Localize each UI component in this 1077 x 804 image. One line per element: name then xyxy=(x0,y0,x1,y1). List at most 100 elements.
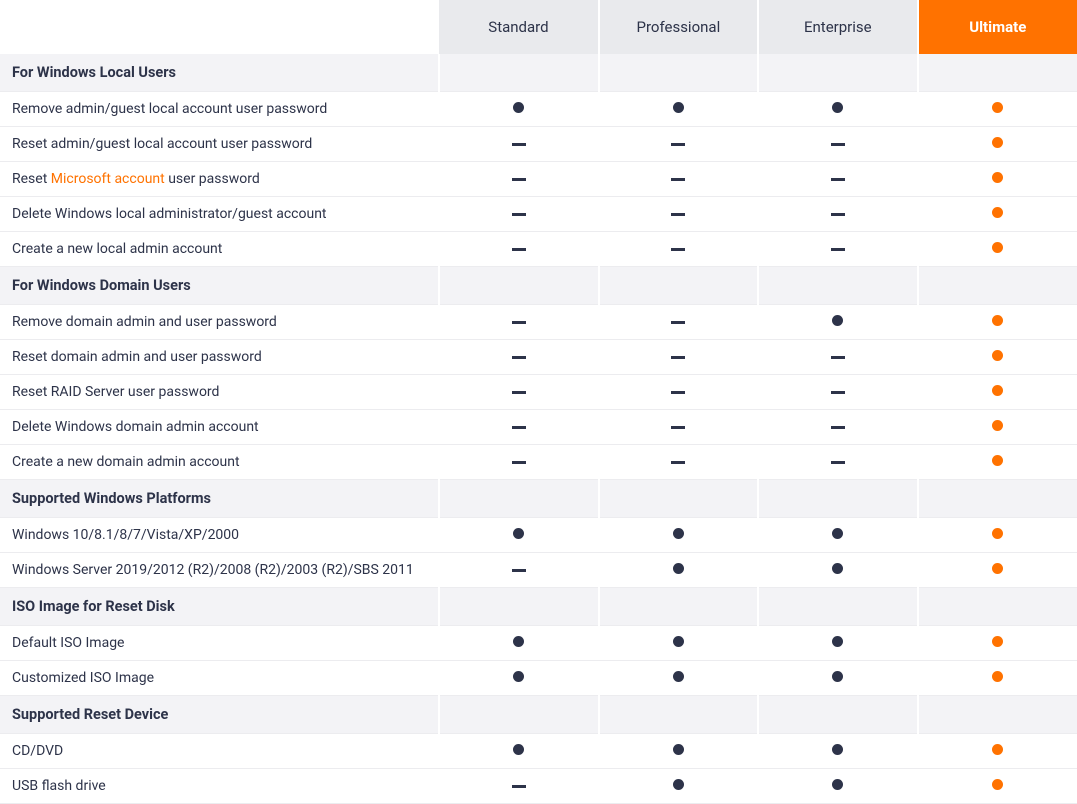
dash-icon xyxy=(512,321,526,324)
dot-icon xyxy=(673,528,684,539)
feature-yes xyxy=(439,626,598,661)
feature-yes xyxy=(599,518,758,553)
dash-icon xyxy=(831,426,845,429)
feature-yes xyxy=(599,92,758,127)
feature-yes xyxy=(758,553,917,588)
dot-icon xyxy=(992,242,1003,253)
feature-yes xyxy=(439,518,598,553)
section-row: For Windows Local Users xyxy=(0,54,1077,92)
feature-yes xyxy=(758,661,917,696)
dash-icon xyxy=(512,569,526,572)
dash-icon xyxy=(512,178,526,181)
feature-label: Windows 10/8.1/8/7/Vista/XP/2000 xyxy=(0,518,439,553)
section-spacer xyxy=(599,588,758,626)
section-spacer xyxy=(918,267,1077,305)
feature-yes xyxy=(599,661,758,696)
section-title: Supported Windows Platforms xyxy=(0,480,439,518)
feature-yes xyxy=(918,445,1077,480)
feature-yes xyxy=(918,197,1077,232)
dot-icon xyxy=(992,744,1003,755)
dash-icon xyxy=(831,143,845,146)
feature-yes xyxy=(439,734,598,769)
dash-icon xyxy=(831,248,845,251)
section-spacer xyxy=(439,480,598,518)
section-spacer xyxy=(439,267,598,305)
section-spacer xyxy=(918,54,1077,92)
feature-no xyxy=(758,162,917,197)
feature-no xyxy=(439,769,598,804)
section-spacer xyxy=(439,54,598,92)
dash-icon xyxy=(671,321,685,324)
dot-icon xyxy=(513,671,524,682)
section-spacer xyxy=(439,588,598,626)
dash-icon xyxy=(671,143,685,146)
feature-no xyxy=(758,232,917,267)
dash-icon xyxy=(671,426,685,429)
dash-icon xyxy=(512,461,526,464)
dash-icon xyxy=(671,461,685,464)
feature-yes xyxy=(918,518,1077,553)
feature-yes xyxy=(918,127,1077,162)
dot-icon xyxy=(673,671,684,682)
dash-icon xyxy=(512,391,526,394)
feature-row: USB flash drive xyxy=(0,769,1077,804)
feature-yes xyxy=(918,305,1077,340)
dash-icon xyxy=(671,248,685,251)
feature-yes xyxy=(918,661,1077,696)
dot-icon xyxy=(832,671,843,682)
section-spacer xyxy=(439,696,598,734)
plan-header: Enterprise xyxy=(758,0,917,54)
feature-no xyxy=(758,127,917,162)
feature-yes xyxy=(918,162,1077,197)
header-blank xyxy=(0,0,439,54)
plan-header: Professional xyxy=(599,0,758,54)
dash-icon xyxy=(512,356,526,359)
feature-label: Create a new domain admin account xyxy=(0,445,439,480)
dash-icon xyxy=(831,178,845,181)
feature-yes xyxy=(758,518,917,553)
dot-icon xyxy=(832,315,843,326)
section-spacer xyxy=(758,267,917,305)
feature-no xyxy=(599,375,758,410)
section-title: ISO Image for Reset Disk xyxy=(0,588,439,626)
feature-no xyxy=(439,305,598,340)
dash-icon xyxy=(512,248,526,251)
dash-icon xyxy=(831,391,845,394)
inline-link[interactable]: Microsoft account xyxy=(51,171,165,187)
dash-icon xyxy=(671,213,685,216)
feature-label: Delete Windows local administrator/guest… xyxy=(0,197,439,232)
section-row: ISO Image for Reset Disk xyxy=(0,588,1077,626)
section-row: For Windows Domain Users xyxy=(0,267,1077,305)
feature-no xyxy=(758,340,917,375)
dot-icon xyxy=(992,315,1003,326)
section-spacer xyxy=(758,54,917,92)
feature-no xyxy=(439,232,598,267)
feature-no xyxy=(599,232,758,267)
dot-icon xyxy=(992,207,1003,218)
dot-icon xyxy=(673,102,684,113)
dot-icon xyxy=(992,455,1003,466)
feature-row: Remove admin/guest local account user pa… xyxy=(0,92,1077,127)
dot-icon xyxy=(832,102,843,113)
feature-label: Create a new local admin account xyxy=(0,232,439,267)
feature-no xyxy=(439,553,598,588)
plan-header: Standard xyxy=(439,0,598,54)
dot-icon xyxy=(513,744,524,755)
feature-row: Customized ISO Image xyxy=(0,661,1077,696)
dot-icon xyxy=(992,671,1003,682)
section-spacer xyxy=(918,696,1077,734)
dash-icon xyxy=(671,178,685,181)
dot-icon xyxy=(992,636,1003,647)
section-title: Supported Reset Device xyxy=(0,696,439,734)
feature-label: Reset domain admin and user password xyxy=(0,340,439,375)
dot-icon xyxy=(513,636,524,647)
feature-yes xyxy=(758,769,917,804)
feature-yes xyxy=(599,769,758,804)
feature-yes xyxy=(918,340,1077,375)
feature-label: Reset RAID Server user password xyxy=(0,375,439,410)
feature-label: Windows Server 2019/2012 (R2)/2008 (R2)/… xyxy=(0,553,439,588)
section-spacer xyxy=(758,480,917,518)
feature-no xyxy=(439,410,598,445)
dot-icon xyxy=(673,636,684,647)
feature-no xyxy=(758,445,917,480)
